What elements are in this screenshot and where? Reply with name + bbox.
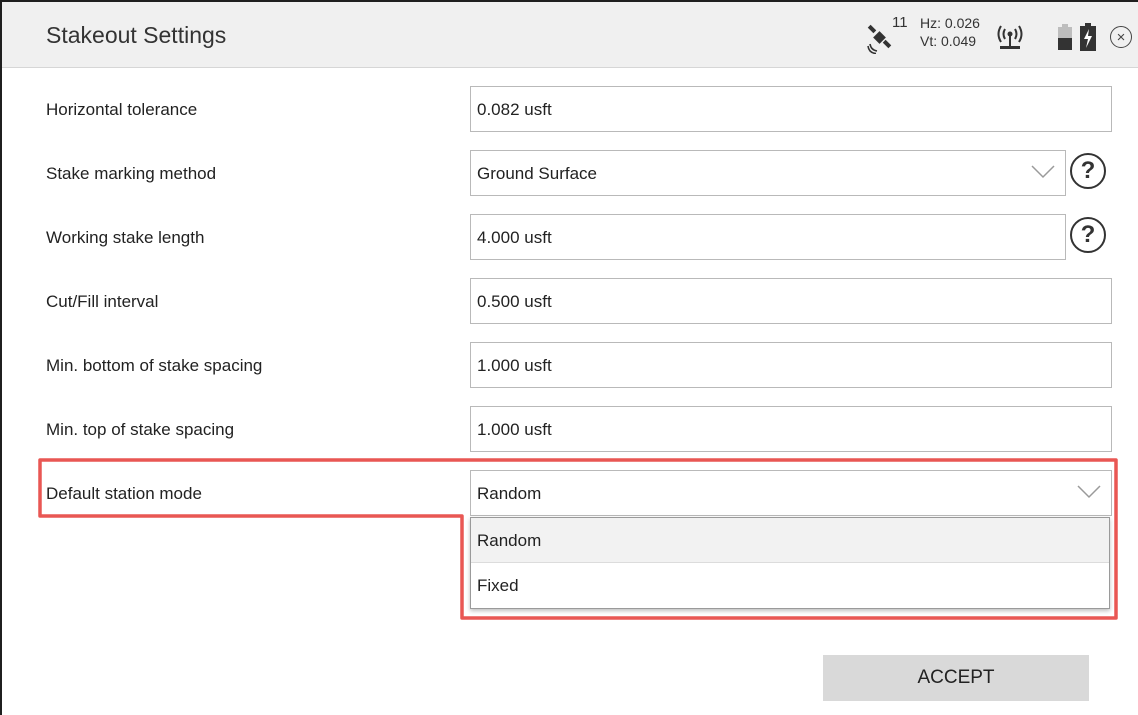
satellite-count: 11 bbox=[892, 14, 908, 31]
stake-marking-method-select[interactable]: Ground Surface bbox=[470, 150, 1066, 196]
dropdown-option-fixed[interactable]: Fixed bbox=[471, 563, 1109, 608]
station-mode-dropdown: Random Fixed bbox=[470, 517, 1110, 609]
default-station-mode-select[interactable]: Random bbox=[470, 470, 1112, 516]
min-bottom-spacing-field[interactable]: 1.000 usft bbox=[470, 342, 1112, 388]
cut-fill-interval-field[interactable]: 0.500 usft bbox=[470, 278, 1112, 324]
hz-value: Hz: 0.026 bbox=[920, 15, 980, 31]
horizontal-tolerance-field[interactable]: 0.082 usft bbox=[470, 86, 1112, 132]
battery-icon[interactable] bbox=[1058, 24, 1072, 50]
charging-icon[interactable] bbox=[1080, 23, 1096, 51]
cut-fill-interval-row: Cut/Fill interval 0.500 usft bbox=[2, 278, 1138, 328]
help-icon[interactable]: ? bbox=[1070, 153, 1106, 189]
vt-value: Vt: 0.049 bbox=[920, 33, 977, 49]
min-top-spacing-field[interactable]: 1.000 usft bbox=[470, 406, 1112, 452]
page-title: Stakeout Settings bbox=[46, 22, 227, 48]
title-bar: Stakeout Settings 11 Hz: 0.026 Vt: 0.049 bbox=[2, 0, 1138, 68]
accept-button[interactable]: ACCEPT bbox=[823, 655, 1089, 701]
working-stake-length-row: Working stake length 4.000 usft ? bbox=[2, 214, 1138, 264]
working-stake-length-label: Working stake length bbox=[46, 228, 205, 247]
default-station-mode-label: Default station mode bbox=[46, 484, 202, 503]
status-area: 11 Hz: 0.026 Vt: 0.049 × bbox=[862, 2, 1138, 70]
chevron-down-icon[interactable] bbox=[1077, 485, 1101, 499]
stake-marking-method-value: Ground Surface bbox=[477, 164, 598, 183]
horizontal-tolerance-row: Horizontal tolerance 0.082 usft bbox=[2, 86, 1138, 136]
close-icon[interactable]: × bbox=[1110, 26, 1132, 48]
min-top-spacing-row: Min. top of stake spacing 1.000 usft bbox=[2, 406, 1138, 456]
precision-readout: Hz: 0.026 Vt: 0.049 bbox=[920, 14, 980, 50]
radio-icon[interactable] bbox=[994, 24, 1026, 52]
default-station-mode-value: Random bbox=[477, 484, 542, 503]
cut-fill-interval-label: Cut/Fill interval bbox=[46, 292, 159, 311]
stake-marking-method-label: Stake marking method bbox=[46, 164, 217, 183]
chevron-down-icon[interactable] bbox=[1031, 165, 1055, 179]
min-bottom-spacing-row: Min. bottom of stake spacing 1.000 usft bbox=[2, 342, 1138, 392]
min-bottom-spacing-label: Min. bottom of stake spacing bbox=[46, 356, 263, 375]
dropdown-option-random[interactable]: Random bbox=[471, 518, 1109, 563]
help-icon[interactable]: ? bbox=[1070, 217, 1106, 253]
working-stake-length-field[interactable]: 4.000 usft bbox=[470, 214, 1066, 260]
default-station-mode-row: Default station mode Random bbox=[2, 470, 1138, 520]
stake-marking-method-row: Stake marking method Ground Surface ? bbox=[2, 150, 1138, 200]
horizontal-tolerance-label: Horizontal tolerance bbox=[46, 100, 198, 119]
min-top-spacing-label: Min. top of stake spacing bbox=[46, 420, 235, 439]
